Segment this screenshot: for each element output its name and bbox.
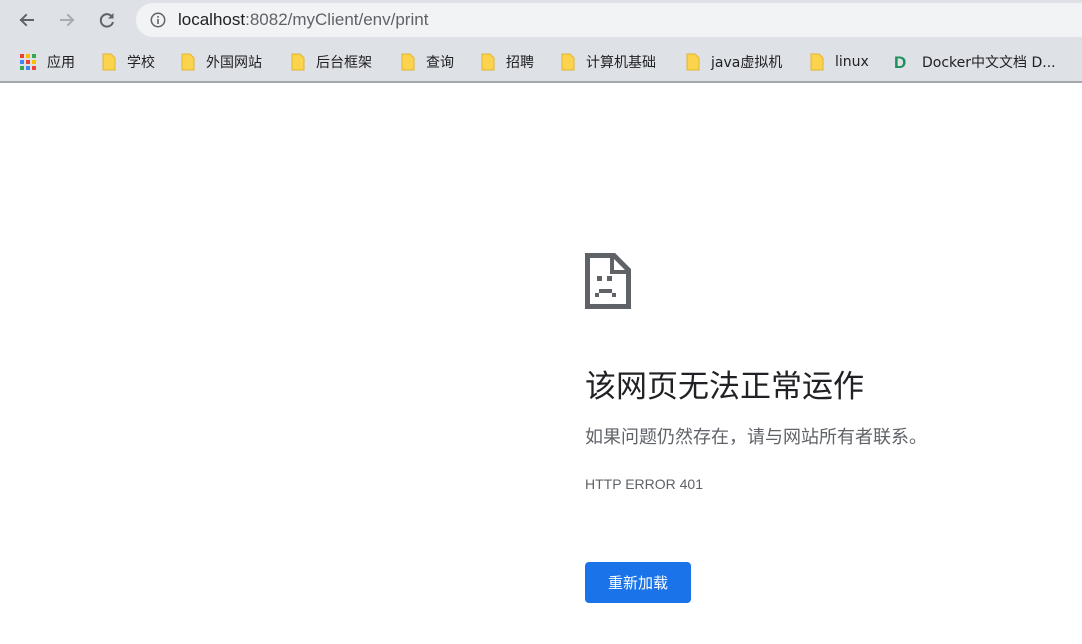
bookmark-label: 查询 [426, 55, 454, 71]
error-subtitle: 如果问题仍然存在，请与网站所有者联系。 [585, 427, 927, 448]
url-text[interactable]: localhost:8082/myClient/env/print [178, 10, 428, 30]
bookmark-folder-linux[interactable]: linux [810, 51, 869, 73]
bookmark-label: 招聘 [506, 55, 534, 71]
url-path: :8082/myClient/env/print [245, 10, 429, 29]
bookmark-folder-cs-basics[interactable]: 计算机基础 [561, 51, 656, 73]
error-code: HTTP ERROR 401 [585, 476, 703, 492]
bookmark-label: 计算机基础 [586, 55, 656, 71]
sad-page-icon [585, 253, 631, 309]
reload-page-button[interactable]: 重新加载 [585, 562, 691, 603]
error-page: 该网页无法正常运作 如果问题仍然存在，请与网站所有者联系。 HTTP ERROR… [0, 85, 1082, 644]
url-host: localhost [178, 10, 246, 29]
bookmark-label: linux [835, 54, 869, 70]
reload-button[interactable] [93, 6, 121, 34]
folder-icon [810, 53, 824, 71]
bookmark-docker-docs[interactable]: D Docker中文文档 D... [894, 51, 1056, 73]
bookmarks-bar: 应用 学校 外国网站 后台框架 查询 招聘 计算机基础 java虚拟机 linu… [0, 41, 1082, 83]
bookmark-folder-foreign-sites[interactable]: 外国网站 [181, 51, 262, 73]
folder-icon [181, 53, 195, 71]
folder-icon [561, 53, 575, 71]
bookmark-label: 后台框架 [316, 55, 372, 71]
reload-icon [99, 13, 114, 28]
docker-d-icon: D [894, 53, 906, 71]
address-bar[interactable]: localhost:8082/myClient/env/print [136, 3, 1082, 37]
folder-icon [291, 53, 305, 71]
error-title: 该网页无法正常运作 [585, 369, 864, 405]
back-button[interactable] [13, 6, 41, 34]
apps-grid-icon [20, 54, 36, 70]
bookmark-folder-jobs[interactable]: 招聘 [481, 51, 534, 73]
browser-toolbar: localhost:8082/myClient/env/print [0, 0, 1082, 41]
forward-button[interactable] [53, 6, 81, 34]
folder-icon [686, 53, 700, 71]
folder-icon [481, 53, 495, 71]
bookmark-folder-query[interactable]: 查询 [401, 51, 454, 73]
bookmark-folder-backend-frameworks[interactable]: 后台框架 [291, 51, 372, 73]
bookmark-label: 应用 [47, 55, 75, 71]
folder-icon [102, 53, 116, 71]
bookmark-label: 学校 [127, 55, 155, 71]
bookmark-label: 外国网站 [206, 55, 262, 71]
bookmark-folder-jvm[interactable]: java虚拟机 [686, 51, 782, 73]
svg-text:D: D [894, 53, 906, 71]
arrow-right-icon [60, 13, 75, 27]
arrow-left-icon [19, 13, 34, 27]
bookmark-label: java虚拟机 [711, 55, 783, 71]
info-icon[interactable] [150, 12, 166, 28]
bookmark-label: Docker中文文档 D... [922, 55, 1056, 71]
bookmark-folder-school[interactable]: 学校 [102, 51, 155, 73]
folder-icon [401, 53, 415, 71]
bookmark-apps[interactable]: 应用 [20, 51, 75, 73]
